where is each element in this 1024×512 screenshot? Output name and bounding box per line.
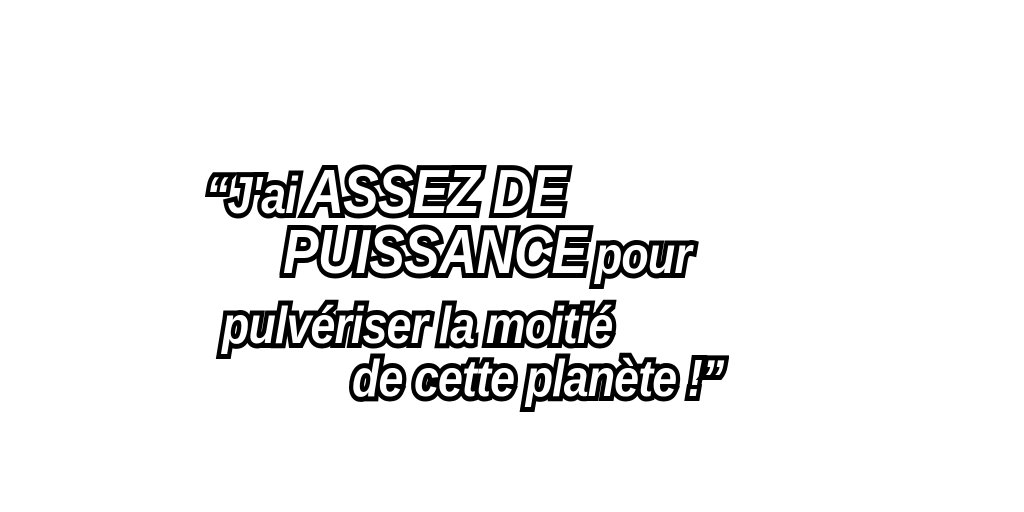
quote-text-planete: de cette planète ! [348,348,707,410]
quote-word-pour: pour [591,225,696,287]
quote-line-2: PUISSANCE pour [279,217,696,289]
comic-caption-canvas: “J'ai ASSEZ DE PUISSANCE pour pulvériser l… [0,0,1024,512]
quote-emphasis-puissance: PUISSANCE [279,217,592,289]
quote-line-1: “J'ai ASSEZ DE [202,157,571,229]
speech-quote: “J'ai ASSEZ DE PUISSANCE pour pulvériser l… [0,0,1024,512]
quote-word-jai: J'ai [223,165,302,227]
close-quote-mark: ” [698,348,729,410]
open-quote-mark: “ [202,165,233,227]
quote-emphasis-assez-de: ASSEZ DE [301,157,570,229]
quote-text-pulveriser: pulvériser la moitié [218,295,618,357]
quote-line-3: pulvériser la moitié [218,295,618,357]
quote-line-4: de cette planète !” [348,348,729,410]
